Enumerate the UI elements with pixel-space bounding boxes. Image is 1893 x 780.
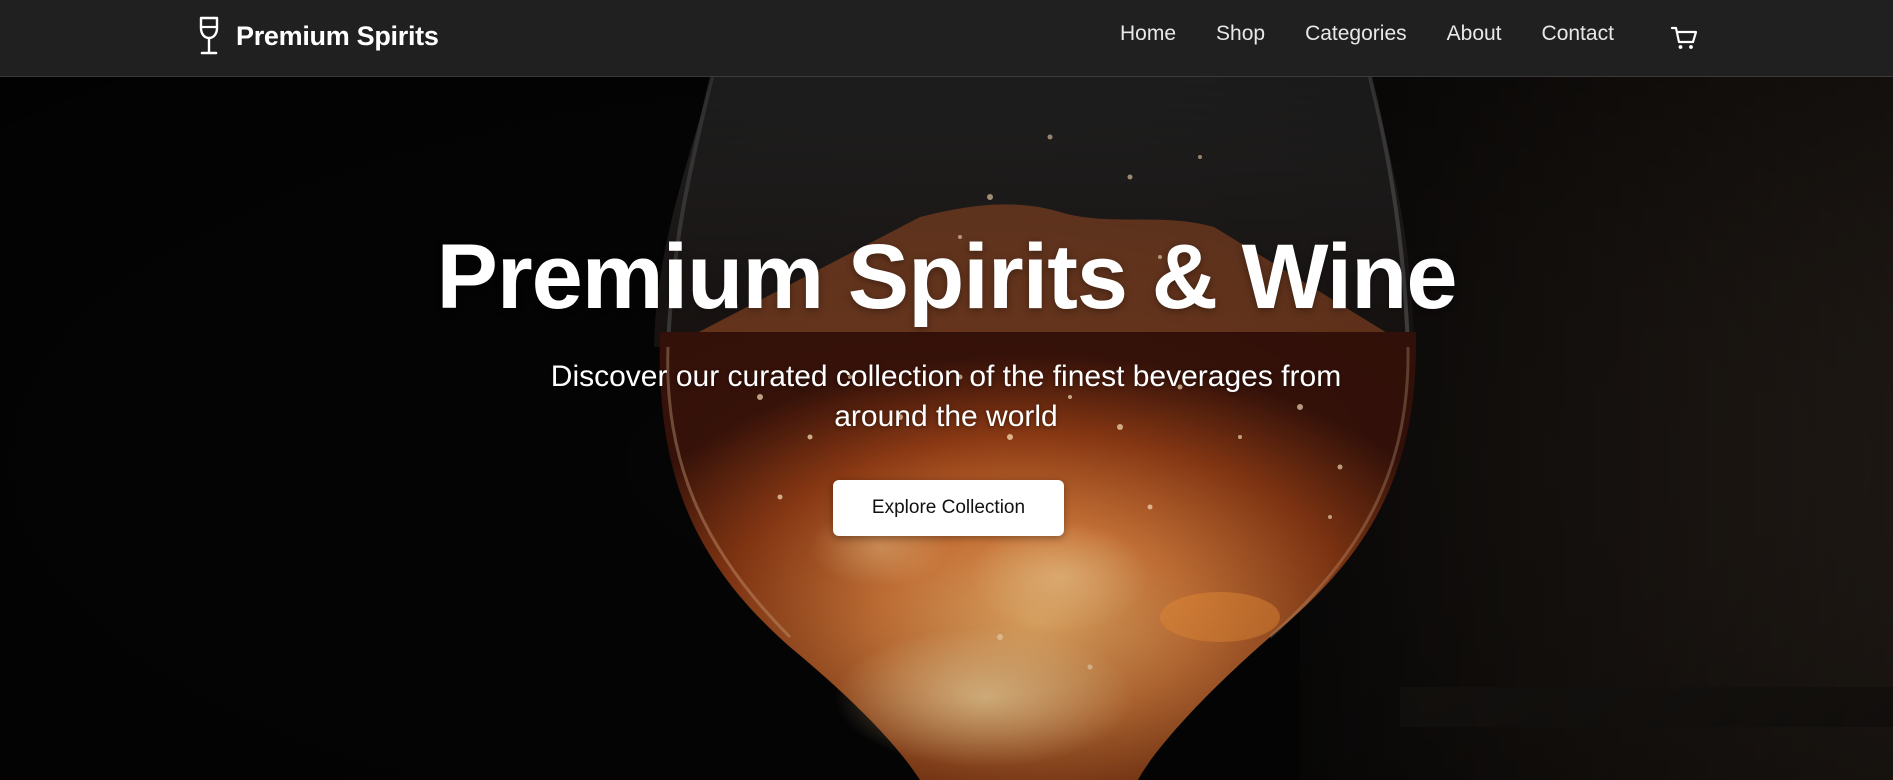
nav-link-home[interactable]: Home xyxy=(1120,22,1176,46)
hero-section: Premium Spirits & Wine Discover our cura… xyxy=(0,77,1893,780)
shopping-cart-icon[interactable] xyxy=(1670,24,1698,52)
explore-collection-button[interactable]: Explore Collection xyxy=(833,480,1064,536)
brand-name: Premium Spirits xyxy=(236,20,439,51)
nav-link-categories[interactable]: Categories xyxy=(1305,22,1407,46)
nav-link-about[interactable]: About xyxy=(1447,22,1502,46)
nav-link-shop[interactable]: Shop xyxy=(1216,22,1265,46)
main-nav: Home Shop Categories About Contact xyxy=(1120,22,1614,46)
brand-logo-link[interactable]: Premium Spirits xyxy=(196,16,439,56)
hero-title: Premium Spirits & Wine xyxy=(436,226,1457,328)
wine-glass-icon xyxy=(199,16,219,55)
hero-subtitle: Discover our curated collection of the f… xyxy=(550,360,1342,433)
hero-content: Premium Spirits & Wine Discover our cura… xyxy=(0,77,1893,780)
page: Premium Spirits Home Shop Categories Abo… xyxy=(0,0,1893,780)
nav-link-contact[interactable]: Contact xyxy=(1542,22,1614,46)
site-header: Premium Spirits Home Shop Categories Abo… xyxy=(0,0,1893,77)
